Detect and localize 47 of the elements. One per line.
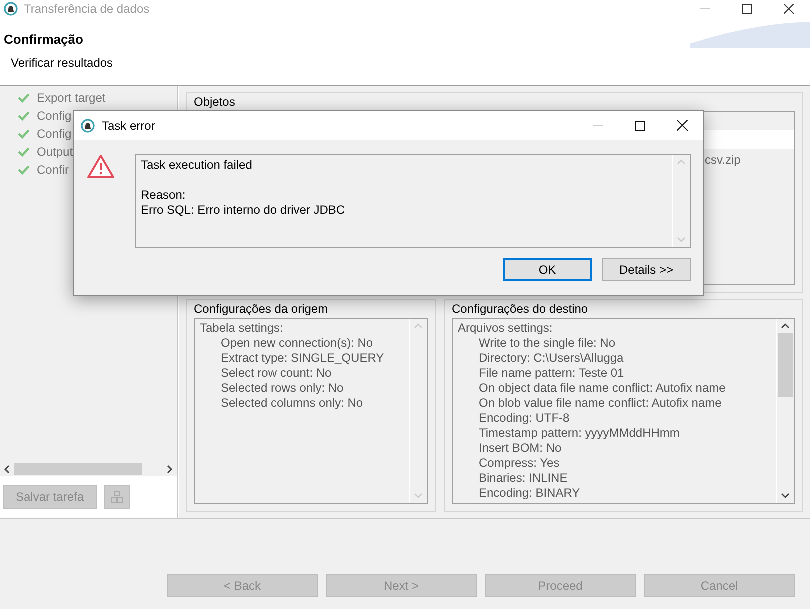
setting-line: Insert BOM: No: [478, 441, 563, 456]
scroll-down-icon[interactable]: [781, 493, 790, 499]
page-subtitle: Verificar resultados: [11, 56, 114, 70]
setting-line: Open new connection(s): No: [220, 336, 374, 351]
setting-line: Write to the single file: No: [478, 336, 617, 351]
warning-icon: [87, 154, 115, 179]
table-cell-text: csv.zip: [705, 153, 742, 167]
step-label[interactable]: Export target: [37, 90, 106, 104]
setting-line: Directory: C:\Users\Allugga: [478, 351, 625, 366]
page-title: Confirmação: [4, 32, 84, 47]
settings-heading: Tabela settings:: [200, 321, 284, 336]
reason-label: Reason:: [141, 188, 187, 203]
setting-line: Select row count: No: [220, 366, 333, 381]
setting-line: File name pattern: Teste 01: [478, 366, 626, 381]
scroll-up-icon[interactable]: [781, 323, 790, 329]
step-label[interactable]: Confir: [37, 162, 70, 176]
dialog-button[interactable]: OK: [503, 258, 592, 281]
close-icon[interactable]: [676, 120, 688, 131]
setting-line: Extract type: SINGLE_QUERY: [220, 351, 386, 366]
error-message: Task execution failed: [141, 158, 254, 173]
setting-line: Encoding: BINARY: [478, 486, 582, 501]
setting-line: Selected rows only: No: [220, 381, 345, 396]
settings-heading: Arquivos settings:: [458, 321, 554, 336]
setting-line: Compress: Yes: [478, 456, 561, 471]
step-label[interactable]: Config: [37, 126, 72, 140]
maximize-icon[interactable]: [742, 4, 752, 14]
dialog-title: Task error: [102, 118, 156, 132]
scroll-left-icon[interactable]: [4, 464, 10, 474]
setting-line: On blob value file name conflict: Autofix name: [478, 396, 723, 411]
step-label[interactable]: Output: [37, 144, 74, 158]
dialog-button[interactable]: Details >>: [602, 258, 691, 281]
group-title: Objetos: [194, 95, 236, 111]
step-label[interactable]: Config: [37, 108, 72, 122]
maximize-icon[interactable]: [635, 120, 645, 130]
app-logo-icon: [81, 118, 95, 132]
setting-line: Binaries: INLINE: [478, 471, 569, 486]
setting-line: Timestamp pattern: yyyyMMddHHmm: [478, 426, 681, 441]
group-title: Configurações da origem: [194, 302, 330, 318]
setting-line: Selected columns only: No: [220, 396, 364, 411]
setting-line: On object data file name conflict: Autofix name: [478, 381, 727, 396]
group-title: Configurações do destino: [452, 302, 590, 318]
scroll-right-icon[interactable]: [167, 464, 173, 474]
setting-line: Encoding: UTF-8: [478, 411, 571, 426]
window-title: Transferência de dados: [24, 2, 151, 16]
close-icon[interactable]: [784, 4, 794, 14]
reason-text: Erro SQL: Erro interno do driver JDBC: [141, 203, 346, 218]
scroll-thumb[interactable]: [778, 333, 793, 397]
